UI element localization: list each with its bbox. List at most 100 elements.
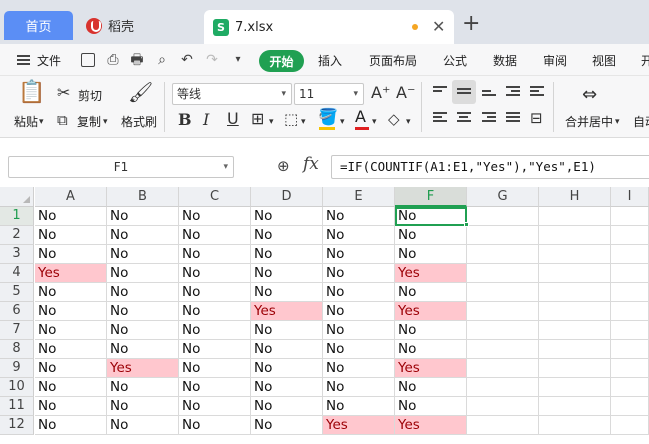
- menu-review[interactable]: 审阅: [543, 52, 567, 69]
- row-header-7[interactable]: 7: [0, 321, 34, 340]
- fill-color-dropdown-icon[interactable]: ▾: [340, 113, 345, 131]
- cell-H3[interactable]: [539, 245, 611, 264]
- cell-G6[interactable]: [467, 302, 539, 321]
- cell-F9[interactable]: Yes: [395, 359, 467, 378]
- wrap-text-button[interactable]: 自动: [633, 113, 649, 130]
- export-pdf-icon[interactable]: ⎙: [106, 53, 120, 67]
- cell-C10[interactable]: No: [179, 378, 251, 397]
- cell-D4[interactable]: No: [251, 264, 323, 283]
- row-header-2[interactable]: 2: [0, 226, 34, 245]
- cell-F11[interactable]: No: [395, 397, 467, 416]
- align-bottom-icon[interactable]: [482, 90, 496, 102]
- cell-E8[interactable]: No: [323, 340, 395, 359]
- cell-E11[interactable]: No: [323, 397, 395, 416]
- cell-I4[interactable]: [611, 264, 649, 283]
- fill-color-icon[interactable]: 🪣: [318, 108, 338, 126]
- cell-A1[interactable]: No: [35, 207, 107, 226]
- cell-D1[interactable]: No: [251, 207, 323, 226]
- column-header-F[interactable]: F: [395, 187, 467, 207]
- print-icon[interactable]: 🖶: [130, 53, 144, 67]
- cell-D6[interactable]: Yes: [251, 302, 323, 321]
- cell-B8[interactable]: No: [107, 340, 179, 359]
- cell-H5[interactable]: [539, 283, 611, 302]
- cell-E5[interactable]: No: [323, 283, 395, 302]
- undo-icon[interactable]: ↶: [180, 53, 194, 67]
- cell-A9[interactable]: No: [35, 359, 107, 378]
- indent-increase-icon[interactable]: [530, 86, 544, 98]
- cell-F7[interactable]: No: [395, 321, 467, 340]
- cell-C9[interactable]: No: [179, 359, 251, 378]
- menu-view[interactable]: 视图: [592, 52, 616, 69]
- cell-C8[interactable]: No: [179, 340, 251, 359]
- cell-A5[interactable]: No: [35, 283, 107, 302]
- row-header-11[interactable]: 11: [0, 397, 34, 416]
- customize-dropdown-icon[interactable]: ▾: [231, 53, 245, 67]
- cell-F4[interactable]: Yes: [395, 264, 467, 283]
- menu-page-layout[interactable]: 页面布局: [369, 52, 417, 69]
- cell-B4[interactable]: No: [107, 264, 179, 283]
- cell-B12[interactable]: No: [107, 416, 179, 435]
- cell-D10[interactable]: No: [251, 378, 323, 397]
- cell-B6[interactable]: No: [107, 302, 179, 321]
- close-tab-icon[interactable]: ✕: [432, 17, 445, 36]
- menu-insert[interactable]: 插入: [318, 52, 342, 69]
- cell-B2[interactable]: No: [107, 226, 179, 245]
- format-painter-button[interactable]: 格式刷: [121, 113, 157, 130]
- cell-G5[interactable]: [467, 283, 539, 302]
- cell-C7[interactable]: No: [179, 321, 251, 340]
- cell-I3[interactable]: [611, 245, 649, 264]
- font-name-select[interactable]: 等线 ▾: [172, 83, 292, 105]
- paste-button[interactable]: 粘贴: [14, 113, 38, 130]
- cell-B7[interactable]: No: [107, 321, 179, 340]
- cell-F8[interactable]: No: [395, 340, 467, 359]
- cell-I10[interactable]: [611, 378, 649, 397]
- cell-H8[interactable]: [539, 340, 611, 359]
- cell-C12[interactable]: No: [179, 416, 251, 435]
- cell-E12[interactable]: Yes: [323, 416, 395, 435]
- cell-B10[interactable]: No: [107, 378, 179, 397]
- formula-input[interactable]: =IF(COUNTIF(A1:E1,"Yes"),"Yes",E1): [331, 155, 649, 179]
- name-box[interactable]: F1 ▾: [8, 156, 234, 178]
- cell-A11[interactable]: No: [35, 397, 107, 416]
- merge-center-icon[interactable]: ⇔: [582, 86, 597, 104]
- cell-B1[interactable]: No: [107, 207, 179, 226]
- cell-I1[interactable]: [611, 207, 649, 226]
- cell-H4[interactable]: [539, 264, 611, 283]
- cell-F1[interactable]: No: [395, 207, 467, 226]
- cell-G9[interactable]: [467, 359, 539, 378]
- cell-H2[interactable]: [539, 226, 611, 245]
- underline-icon[interactable]: U: [227, 110, 239, 128]
- function-icon[interactable]: fx: [303, 154, 319, 174]
- cell-H6[interactable]: [539, 302, 611, 321]
- copy-dropdown-icon[interactable]: ▾: [103, 113, 108, 131]
- font-shrink-icon[interactable]: A⁻: [396, 84, 415, 102]
- justify-icon[interactable]: [506, 112, 520, 124]
- indent-decrease-icon[interactable]: [506, 86, 520, 98]
- column-header-G[interactable]: G: [467, 187, 539, 207]
- menu-more[interactable]: 开: [641, 52, 649, 69]
- cell-I11[interactable]: [611, 397, 649, 416]
- cell-D2[interactable]: No: [251, 226, 323, 245]
- cell-E9[interactable]: No: [323, 359, 395, 378]
- column-header-H[interactable]: H: [539, 187, 611, 207]
- cell-style-dropdown-icon[interactable]: ▾: [301, 113, 306, 131]
- cell-F10[interactable]: No: [395, 378, 467, 397]
- cell-I5[interactable]: [611, 283, 649, 302]
- cell-style-icon[interactable]: ⬚: [284, 110, 298, 128]
- cell-B5[interactable]: No: [107, 283, 179, 302]
- copy-icon[interactable]: ⧉: [57, 111, 68, 129]
- align-middle-icon[interactable]: [457, 88, 471, 100]
- print-preview-icon[interactable]: ⌕: [155, 53, 169, 67]
- align-left-icon[interactable]: [433, 112, 447, 124]
- cell-F2[interactable]: No: [395, 226, 467, 245]
- cell-A12[interactable]: No: [35, 416, 107, 435]
- column-header-E[interactable]: E: [323, 187, 395, 207]
- menu-home-active[interactable]: 开始: [259, 50, 304, 72]
- column-header-B[interactable]: B: [107, 187, 179, 207]
- cell-C2[interactable]: No: [179, 226, 251, 245]
- cell-A3[interactable]: No: [35, 245, 107, 264]
- cell-E1[interactable]: No: [323, 207, 395, 226]
- cell-G12[interactable]: [467, 416, 539, 435]
- cell-E2[interactable]: No: [323, 226, 395, 245]
- cell-H11[interactable]: [539, 397, 611, 416]
